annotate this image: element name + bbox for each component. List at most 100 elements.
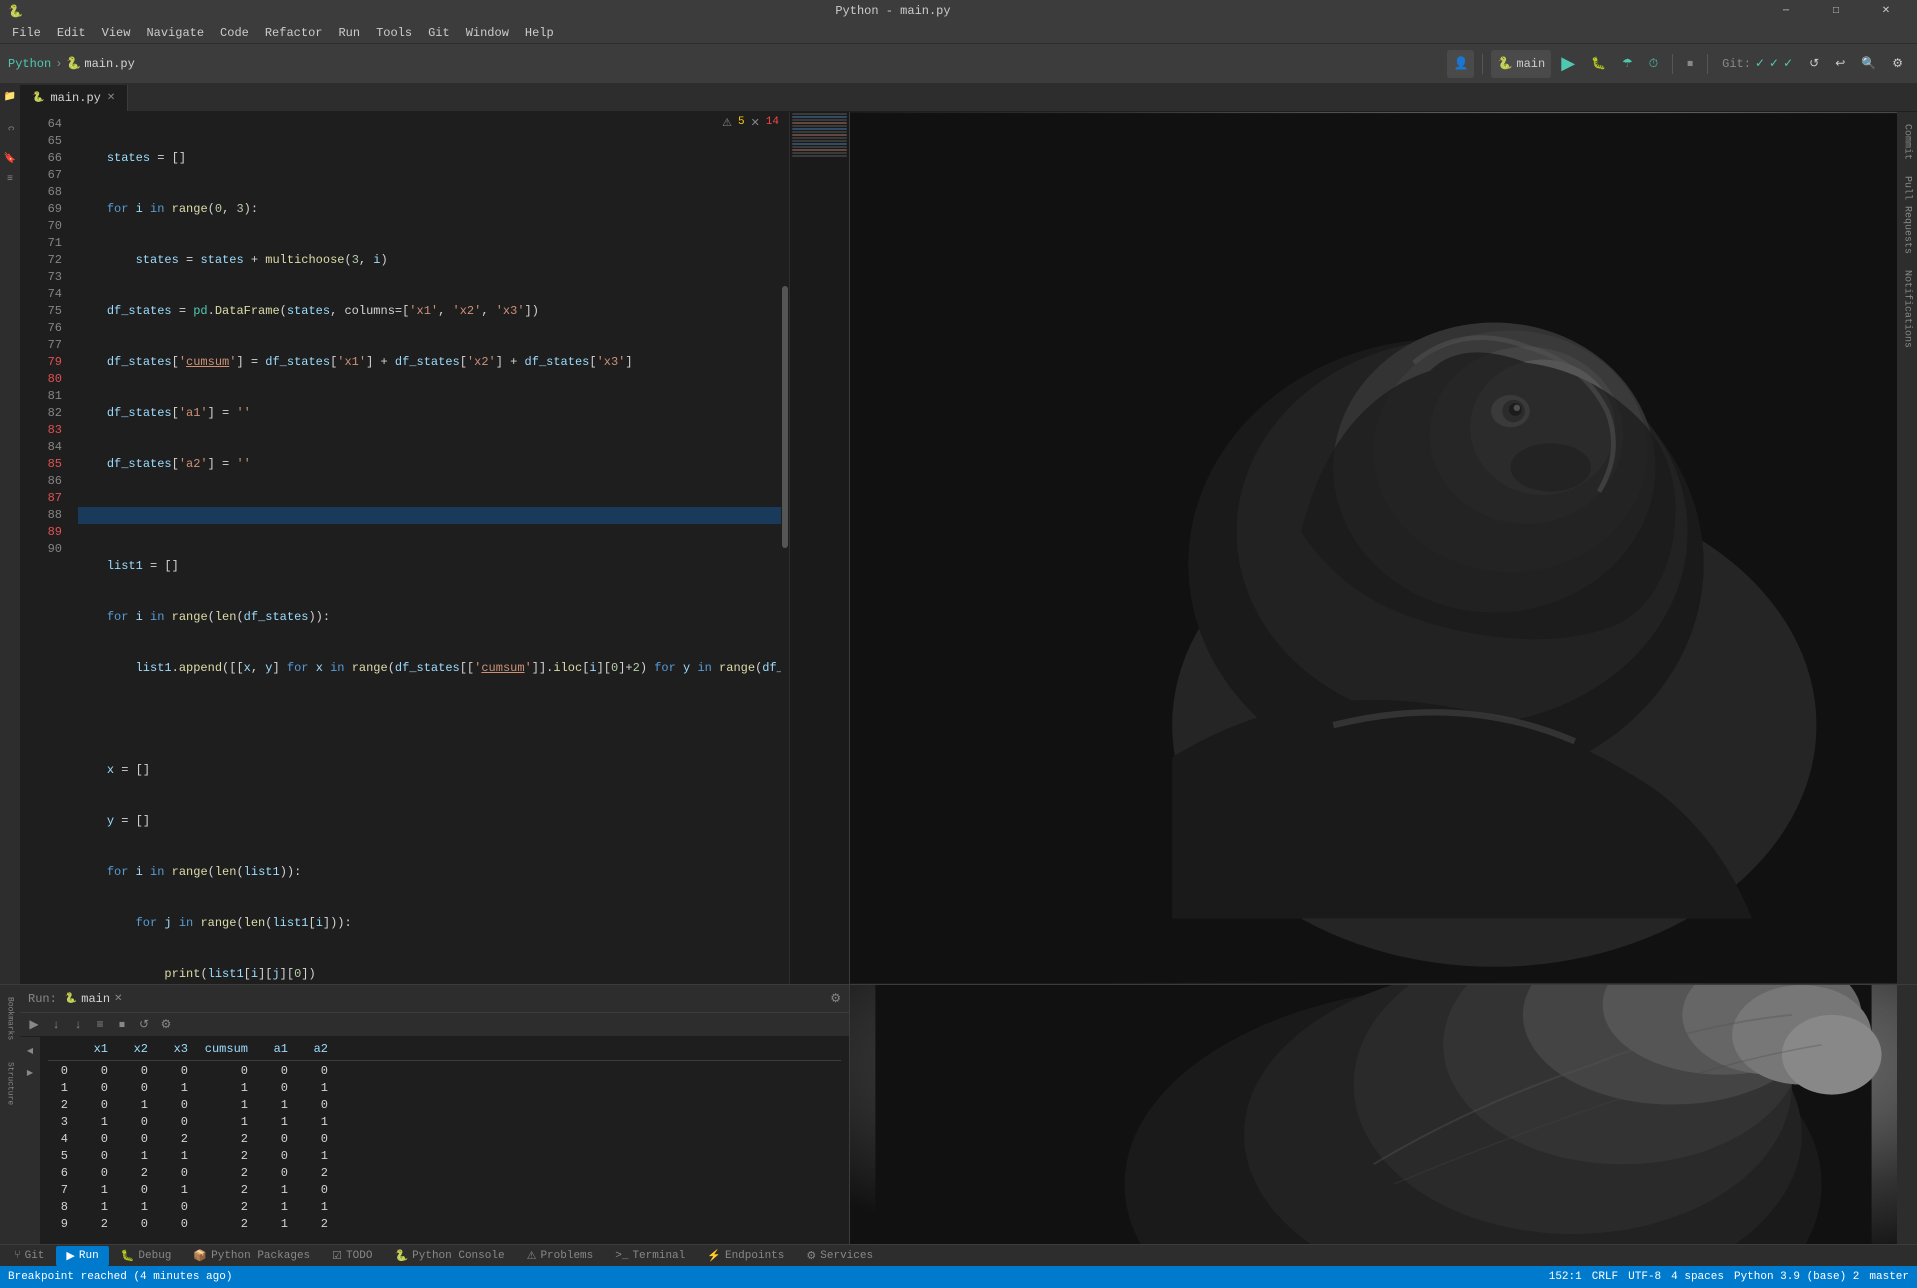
btab-debug[interactable]: 🐛 Debug [111, 1246, 182, 1266]
status-indent[interactable]: 4 spaces [1671, 1271, 1724, 1283]
breadcrumb-python[interactable]: Python [8, 57, 51, 71]
git-status[interactable]: Git: ✓ ✓ ✓ [1716, 50, 1799, 78]
btab-run[interactable]: ▶ Run [56, 1246, 108, 1266]
tab-main-py[interactable]: 🐍 main.py ✕ [20, 85, 128, 111]
status-bar: Breakpoint reached (4 minutes ago) 152:1… [0, 1266, 1917, 1288]
debug-button[interactable]: 🐛 [1585, 50, 1612, 78]
settings-button[interactable]: ⚙ [1886, 50, 1909, 78]
btab-endpoints[interactable]: ⚡ Endpoints [697, 1246, 794, 1266]
run-button[interactable]: ▶ [1555, 50, 1581, 78]
endpoints-icon: ⚡ [707, 1249, 721, 1263]
menu-refactor[interactable]: Refactor [257, 22, 331, 44]
run-panel-settings[interactable]: ⚙ [830, 991, 841, 1006]
profile-button[interactable]: 👤 [1447, 50, 1474, 78]
run-restart-button[interactable]: ↺ [134, 1015, 154, 1035]
services-icon: ⚙ [806, 1249, 816, 1263]
sidebar-structure-icon[interactable]: ≡ [1, 170, 19, 188]
btab-services-label: Services [820, 1250, 873, 1262]
refresh-button[interactable]: ↺ [1803, 50, 1825, 78]
left-structure-icon[interactable]: Structure [1, 1059, 19, 1109]
code-line-73: for i in range(len(df_states)): [78, 609, 781, 626]
code-lines[interactable]: states = [] for i in range(0, 3): states… [70, 112, 781, 984]
minimap-line [792, 152, 847, 154]
run-tab-label: main [81, 992, 110, 1006]
packages-icon: 📦 [193, 1249, 207, 1263]
search-button[interactable]: 🔍 [1855, 50, 1882, 78]
menu-tools[interactable]: Tools [368, 22, 420, 44]
sidebar-bookmarks-icon[interactable]: 🔖 [1, 150, 19, 168]
notifications-panel-label[interactable]: Notifications [1900, 262, 1915, 356]
status-master[interactable]: master [1869, 1271, 1909, 1283]
sidebar-project-icon[interactable]: 📁 [1, 88, 19, 106]
minimize-button[interactable]: ─ [1763, 0, 1809, 22]
minimap-line [792, 155, 847, 157]
run-panel-tab[interactable]: 🐍 main ✕ [65, 992, 123, 1006]
btab-problems[interactable]: ⚠ Problems [517, 1246, 604, 1266]
code-line-64: states = [] [78, 150, 781, 167]
run-sidebar-btn2[interactable]: ▶ [20, 1063, 40, 1083]
minimap-line [792, 116, 847, 118]
menu-file[interactable]: File [4, 22, 49, 44]
run-resume-button[interactable]: ▶ [24, 1015, 44, 1035]
menu-run[interactable]: Run [330, 22, 368, 44]
btab-terminal[interactable]: >_ Terminal [605, 1246, 695, 1266]
editor-scrollbar[interactable] [781, 112, 789, 984]
btab-services[interactable]: ⚙ Services [796, 1246, 883, 1266]
run-tab-icon: 🐍 [65, 993, 77, 1005]
output-row-0: 0 0 0 0 0 0 0 [48, 1063, 841, 1080]
menu-view[interactable]: View [94, 22, 139, 44]
stop-button[interactable]: ⏹ [1681, 50, 1699, 78]
minimap-line [792, 149, 847, 151]
btab-todo[interactable]: ☑ TODO [322, 1246, 382, 1266]
minimap-line [792, 128, 847, 130]
run-panel-toolbar: ▶ ↓ ↓ ≡ ⏹ ↺ ⚙ [20, 1013, 849, 1037]
profile-run-button[interactable]: ⏱ [1643, 50, 1664, 78]
menu-window[interactable]: Window [458, 22, 517, 44]
run-format-button[interactable]: ≡ [90, 1015, 110, 1035]
run-config-button[interactable]: 🐍 main [1491, 50, 1551, 78]
toolbar-separator [1482, 54, 1483, 74]
debug-icon: 🐛 [121, 1249, 135, 1263]
right-bottom-panel [850, 985, 1897, 1244]
minimap-line [792, 113, 847, 115]
status-encoding[interactable]: UTF-8 [1628, 1271, 1661, 1283]
run-step-into-button[interactable]: ↓ [68, 1015, 88, 1035]
coverage-button[interactable]: ☂ [1616, 50, 1639, 78]
breadcrumb-file[interactable]: 🐍main.py [66, 56, 134, 71]
menu-git[interactable]: Git [420, 22, 458, 44]
pull-requests-panel-label[interactable]: Pull Requests [1900, 168, 1915, 262]
run-tab-close[interactable]: ✕ [114, 993, 122, 1005]
status-line-endings[interactable]: CRLF [1592, 1271, 1618, 1283]
run-sidebar-btn1[interactable]: ◀ [20, 1041, 40, 1061]
btab-python-packages[interactable]: 📦 Python Packages [183, 1246, 320, 1266]
status-python-version[interactable]: Python 3.9 (base) 2 [1734, 1271, 1859, 1283]
menu-help[interactable]: Help [517, 22, 562, 44]
status-position[interactable]: 152:1 [1549, 1271, 1582, 1283]
col-a2: a2 [300, 1041, 328, 1058]
sidebar-commit-icon[interactable]: C [1, 108, 19, 148]
undo-button[interactable]: ↩ [1829, 50, 1851, 78]
run-stop-button[interactable]: ⏹ [112, 1015, 132, 1035]
col-cumsum: cumsum [200, 1041, 248, 1058]
commit-panel-label[interactable]: Commit [1900, 116, 1915, 168]
lion-image [850, 112, 1897, 984]
tab-close-button[interactable]: ✕ [107, 92, 115, 104]
python-file-icon: 🐍 [66, 57, 81, 71]
minimap-line [792, 119, 847, 121]
left-bookmarks-icon[interactable]: Bookmarks [1, 989, 19, 1049]
menu-navigate[interactable]: Navigate [138, 22, 212, 44]
menu-edit[interactable]: Edit [49, 22, 94, 44]
run-step-over-button[interactable]: ↓ [46, 1015, 66, 1035]
btab-git[interactable]: ⑂ Git [4, 1246, 54, 1266]
close-button[interactable]: ✕ [1863, 0, 1909, 22]
toolbar-sep2 [1672, 54, 1673, 74]
btab-python-console[interactable]: 🐍 Python Console [384, 1246, 514, 1266]
code-line-79: for j in range(len(list1[i])): [78, 915, 781, 932]
title-bar-title: Python - main.py [23, 4, 1763, 18]
btab-terminal-label: Terminal [632, 1250, 685, 1262]
minimap-line [792, 146, 847, 148]
run-settings-button[interactable]: ⚙ [156, 1015, 176, 1035]
maximize-button[interactable]: □ [1813, 0, 1859, 22]
col-x3: x3 [160, 1041, 188, 1058]
menu-code[interactable]: Code [212, 22, 257, 44]
